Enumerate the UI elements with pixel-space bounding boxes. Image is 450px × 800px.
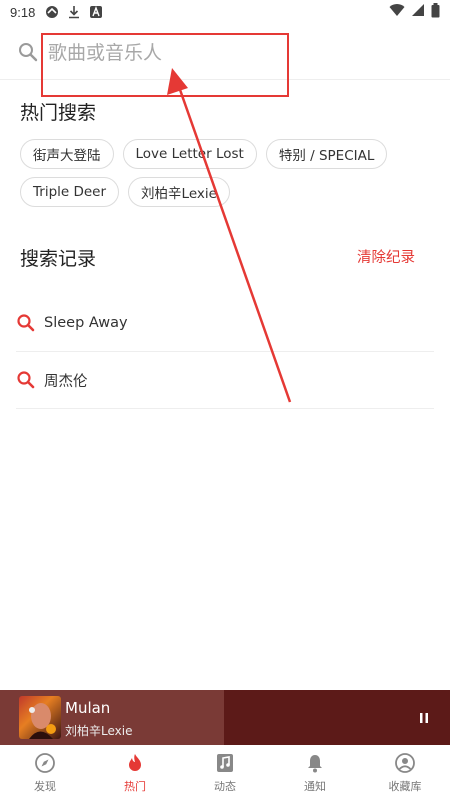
mini-player[interactable]: Mulan 刘柏辛Lexie	[0, 690, 450, 745]
compass-icon	[34, 752, 56, 774]
history-list: Sleep Away 周杰伦	[16, 295, 434, 409]
history-item-label: Sleep Away	[44, 315, 128, 331]
tab-label: 通知	[304, 779, 326, 793]
clear-history-button[interactable]: 清除纪录	[357, 246, 415, 267]
hot-search-tags: 街声大登陆 Love Letter Lost 特别 / SPECIAL Trip…	[20, 139, 440, 207]
music-note-icon	[214, 752, 236, 774]
player-artist: 刘柏辛Lexie	[65, 724, 133, 738]
history-item[interactable]: Sleep Away	[16, 295, 434, 352]
tab-notifications[interactable]: 通知	[270, 745, 360, 800]
user-icon	[394, 752, 416, 774]
hot-tag[interactable]: Triple Deer	[20, 177, 120, 207]
history-item[interactable]: 周杰伦	[16, 352, 434, 409]
search-input[interactable]	[48, 38, 428, 68]
hot-tag[interactable]: 刘柏辛Lexie	[128, 177, 230, 207]
tab-label: 动态	[214, 779, 236, 793]
bottom-tab-bar: 发现 热门 动态 通知 收藏库	[0, 745, 450, 800]
tab-library[interactable]: 收藏库	[360, 745, 450, 800]
search-icon	[16, 313, 36, 333]
wifi-icon	[389, 3, 405, 21]
hot-tag[interactable]: Love Letter Lost	[122, 139, 257, 169]
tab-label: 发现	[34, 779, 56, 793]
player-song-title: Mulan	[65, 699, 111, 717]
notification-a-icon	[89, 5, 103, 19]
hot-tag[interactable]: 特别 / SPECIAL	[265, 139, 388, 169]
history-title: 搜索记录	[20, 248, 97, 270]
search-bar	[0, 24, 450, 80]
search-icon	[18, 42, 38, 62]
search-icon	[16, 370, 36, 390]
tab-discover[interactable]: 发现	[0, 745, 90, 800]
battery-icon	[431, 2, 440, 22]
pause-icon[interactable]	[418, 710, 430, 724]
signal-icon	[411, 3, 425, 21]
history-item-label: 周杰伦	[44, 373, 88, 390]
hot-search-title: 热门搜索	[20, 102, 97, 124]
tab-label: 收藏库	[388, 779, 422, 793]
tab-activity[interactable]: 动态	[180, 745, 270, 800]
hot-tag[interactable]: 街声大登陆	[20, 139, 114, 169]
status-time: 9:18	[10, 4, 36, 20]
download-icon	[67, 5, 81, 19]
bell-icon	[304, 752, 326, 774]
sync-icon	[45, 5, 59, 19]
album-cover	[19, 696, 61, 739]
flame-icon	[124, 752, 146, 774]
status-bar: 9:18	[0, 0, 450, 24]
tab-label: 热门	[124, 779, 146, 793]
tab-hot[interactable]: 热门	[90, 745, 180, 800]
